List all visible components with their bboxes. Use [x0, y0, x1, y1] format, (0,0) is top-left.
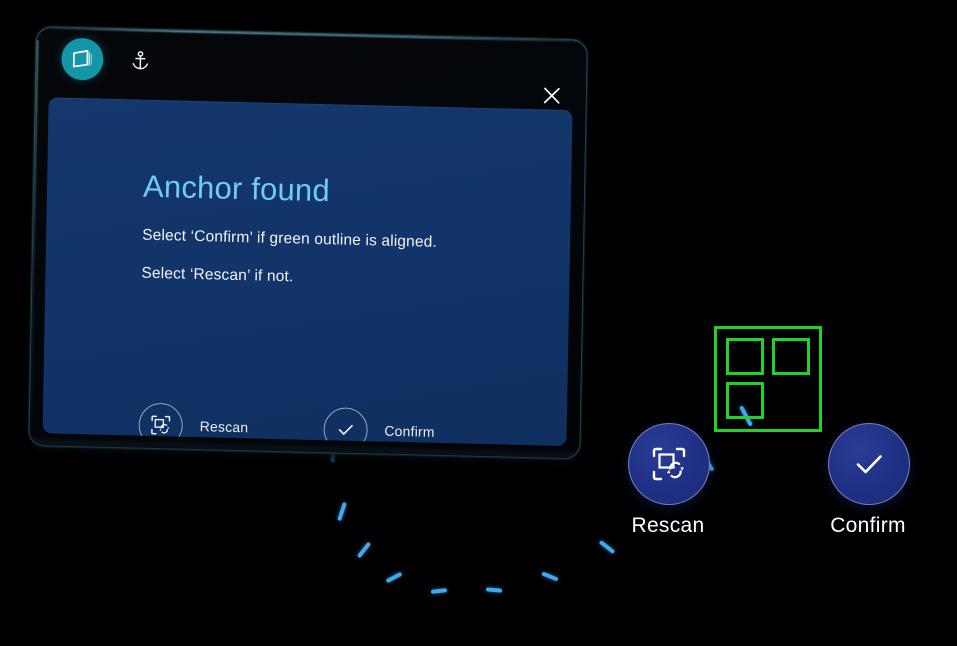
window-titlebar — [35, 26, 588, 107]
close-button[interactable] — [537, 80, 568, 111]
trail-dash — [356, 541, 372, 559]
dialog-rescan-label: Rescan — [199, 418, 249, 436]
confirm-button-circle[interactable] — [828, 423, 910, 505]
trail-dash — [598, 539, 616, 555]
rescan-button-circle[interactable] — [628, 423, 710, 505]
scan-refresh-icon — [151, 415, 171, 435]
app-window: Anchor found Select ‘Confirm’ if green o… — [28, 26, 588, 467]
anchor-found-dialog: Anchor found Select ‘Confirm’ if green o… — [42, 97, 573, 447]
trail-dash — [430, 588, 448, 594]
trail-dash — [385, 571, 403, 584]
app-icon-badge[interactable] — [61, 37, 104, 81]
dialog-confirm-circle[interactable] — [322, 407, 368, 447]
trail-dash — [541, 571, 559, 582]
dialog-confirm-button[interactable]: Confirm — [322, 407, 435, 447]
marker-inner-square-bottom-left — [726, 382, 764, 419]
confirm-button-label: Confirm — [830, 514, 906, 537]
confirm-button-spatial[interactable]: Confirm — [828, 423, 910, 538]
trail-dash — [337, 501, 347, 522]
rescan-button-spatial[interactable]: Rescan — [628, 423, 710, 538]
dialog-instruction-confirm: Select ‘Confirm’ if green outline is ali… — [142, 226, 438, 251]
close-x-icon — [543, 87, 560, 104]
screen-parallelogram-icon — [72, 50, 93, 68]
marker-inner-square-top-right — [772, 338, 810, 375]
dialog-instruction-rescan: Select ‘Rescan’ if not. — [141, 264, 294, 286]
anchor-icon — [127, 48, 153, 75]
scan-refresh-icon — [652, 447, 686, 481]
checkmark-icon — [856, 455, 882, 474]
rescan-button-label: Rescan — [631, 514, 705, 537]
dialog-confirm-label: Confirm — [384, 422, 435, 440]
green-anchor-outline — [714, 326, 822, 432]
dialog-heading: Anchor found — [142, 168, 331, 209]
trail-dash — [485, 587, 503, 593]
marker-inner-square-top-left — [726, 338, 764, 375]
checkmark-icon — [338, 424, 353, 435]
